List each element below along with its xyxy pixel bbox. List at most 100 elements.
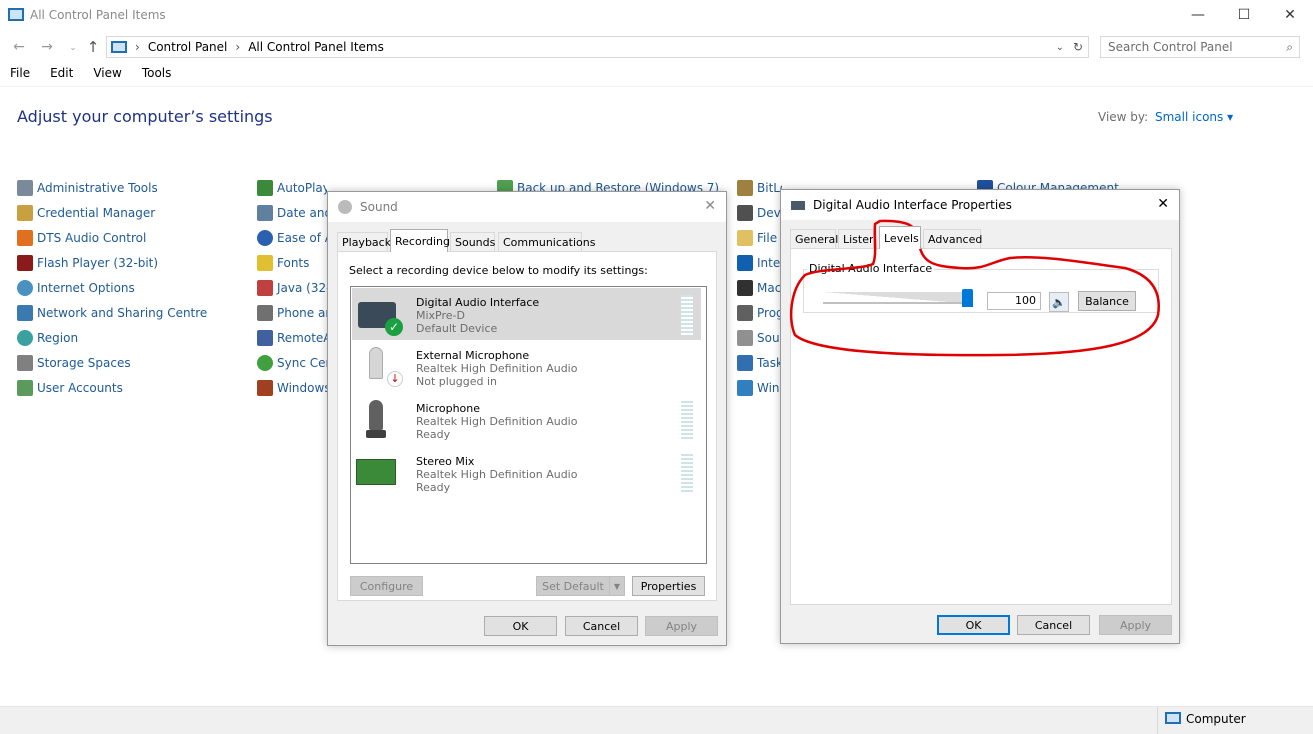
forward-arrow-icon[interactable]: →	[38, 39, 56, 55]
levels-panel: Digital Audio Interface 100 🔈 Balance	[790, 248, 1172, 605]
remoteapp-icon	[257, 329, 273, 346]
tab-sounds[interactable]: Sounds	[450, 232, 495, 252]
cp-item[interactable]: Region	[17, 325, 207, 350]
cp-item[interactable]: Phone and Modem	[257, 300, 327, 325]
cp-item[interactable]: Date and Time	[257, 200, 327, 225]
tab-playback[interactable]: Playback	[337, 232, 391, 252]
cp-item[interactable]: User Accounts	[17, 375, 207, 400]
taskbar-icon	[737, 354, 753, 371]
volume-slider-thumb[interactable]	[962, 289, 973, 307]
ok-button[interactable]: OK	[484, 616, 557, 636]
tab-communications[interactable]: Communications	[498, 232, 595, 252]
cp-item[interactable]: Device Manager	[737, 200, 782, 225]
cp-item[interactable]: Programs	[737, 300, 782, 325]
cp-item[interactable]: AutoPlay	[257, 175, 327, 200]
cp-item[interactable]: Intel	[737, 250, 782, 275]
fonts-icon	[257, 254, 273, 271]
device-text: Stereo Mix Realtek High Definition Audio…	[416, 455, 577, 494]
recent-chevron-icon[interactable]: ⌄	[64, 39, 82, 55]
device-driver: Realtek High Definition Audio	[416, 415, 578, 428]
menu-view[interactable]: View	[83, 66, 131, 86]
menu-divider	[0, 86, 1313, 87]
device-item-digital-audio[interactable]: ✓ Digital Audio Interface MixPre-D Defau…	[352, 288, 701, 340]
intel-icon	[737, 254, 753, 271]
menu-edit[interactable]: Edit	[40, 66, 83, 86]
volume-slider-track[interactable]	[823, 286, 973, 310]
search-input[interactable]: Search Control Panel ⌕	[1100, 36, 1300, 58]
cp-item[interactable]: Administrative Tools	[17, 175, 207, 200]
cp-item[interactable]: DTS Audio Control	[17, 225, 207, 250]
computer-icon	[1165, 712, 1181, 724]
sound-close-icon[interactable]: ✕	[704, 198, 716, 214]
cp-item[interactable]: Flash Player (32-bit)	[17, 250, 207, 275]
back-arrow-icon[interactable]: ←	[10, 39, 28, 55]
tab-advanced[interactable]: Advanced	[923, 229, 982, 249]
cp-item[interactable]: Credential Manager	[17, 200, 207, 225]
region-icon	[17, 329, 33, 346]
apply-button[interactable]: Apply	[645, 616, 718, 636]
cp-item[interactable]: Java (32-bit)	[257, 275, 327, 300]
apply-button[interactable]: Apply	[1099, 615, 1172, 635]
cp-item[interactable]: Internet Options	[17, 275, 207, 300]
cp-item[interactable]: File History	[737, 225, 782, 250]
balance-button[interactable]: Balance	[1078, 291, 1136, 311]
cancel-button[interactable]: Cancel	[1017, 615, 1090, 635]
refresh-icon[interactable]: ↻	[1073, 40, 1083, 54]
menu-tools[interactable]: Tools	[132, 66, 182, 86]
window-title: All Control Panel Items	[30, 8, 166, 22]
status-computer-label: Computer	[1186, 712, 1246, 726]
search-icon: ⌕	[1286, 39, 1293, 54]
windows-icon	[257, 379, 273, 396]
ok-button[interactable]: OK	[937, 615, 1010, 635]
cp-item[interactable]: Sync Centre	[257, 350, 327, 375]
control-panel-icon	[8, 8, 24, 21]
tab-general[interactable]: General	[790, 229, 838, 249]
maximize-button[interactable]: ☐	[1221, 0, 1267, 30]
tab-listen[interactable]: Listen	[838, 229, 874, 249]
up-arrow-icon[interactable]: ↑	[84, 38, 102, 56]
properties-button[interactable]: Properties	[632, 576, 705, 596]
level-meter	[681, 295, 693, 335]
recording-panel: Select a recording device below to modif…	[337, 251, 717, 601]
cp-item[interactable]: Taskbar	[737, 350, 782, 375]
close-window-button[interactable]: ✕	[1267, 0, 1313, 30]
cancel-button[interactable]: Cancel	[565, 616, 638, 636]
device-list[interactable]: ✓ Digital Audio Interface MixPre-D Defau…	[350, 286, 707, 564]
level-value-field[interactable]: 100	[987, 292, 1041, 310]
set-default-dropdown-icon[interactable]: ▼	[609, 576, 625, 596]
cp-item[interactable]: Fonts	[257, 250, 327, 275]
breadcrumb-all-items[interactable]: All Control Panel Items	[248, 40, 384, 54]
menu-file[interactable]: File	[0, 66, 40, 86]
speaker-icon	[338, 200, 352, 214]
cp-item[interactable]: Ease of Access Centre	[257, 225, 327, 250]
cp-item[interactable]: BitLocker Drive Encryption	[737, 175, 782, 200]
device-item-stereo-mix[interactable]: Stereo Mix Realtek High Definition Audio…	[352, 447, 701, 499]
tab-levels[interactable]: Levels	[879, 226, 921, 249]
audio-interface-icon	[791, 200, 805, 210]
minimize-button[interactable]: —	[1175, 0, 1221, 30]
device-item-external-mic[interactable]: ↓ External Microphone Realtek High Defin…	[352, 341, 701, 393]
view-by-dropdown[interactable]: Small icons ▾	[1155, 110, 1233, 124]
configure-button[interactable]: Configure	[350, 576, 423, 596]
device-item-microphone[interactable]: Microphone Realtek High Definition Audio…	[352, 394, 701, 446]
cp-item[interactable]: Storage Spaces	[17, 350, 207, 375]
speaker-mute-icon[interactable]: 🔈	[1049, 292, 1069, 312]
cp-item[interactable]: Network and Sharing Centre	[17, 300, 207, 325]
menu-bar: File Edit View Tools	[0, 66, 181, 86]
cp-item[interactable]: RemoteApp	[257, 325, 327, 350]
cp-item[interactable]: Sound	[737, 325, 782, 350]
speaker-icon	[737, 329, 753, 346]
tab-recording[interactable]: Recording	[390, 229, 450, 252]
breadcrumb-control-panel[interactable]: Control Panel	[148, 40, 228, 54]
dts-icon	[17, 229, 33, 246]
device-status: Ready	[416, 428, 451, 441]
cp-item[interactable]: Mac	[737, 275, 782, 300]
properties-close-icon[interactable]: ✕	[1157, 196, 1169, 212]
address-bar[interactable]: › Control Panel › All Control Panel Item…	[106, 36, 1089, 58]
cp-item[interactable]: Windows	[737, 375, 782, 400]
cp-item[interactable]: Windows	[257, 375, 327, 400]
file-history-icon	[737, 229, 753, 246]
flash-icon	[17, 254, 33, 271]
address-dropdown-icon[interactable]: ⌄	[1056, 42, 1064, 53]
set-default-button[interactable]: Set Default	[536, 576, 610, 596]
